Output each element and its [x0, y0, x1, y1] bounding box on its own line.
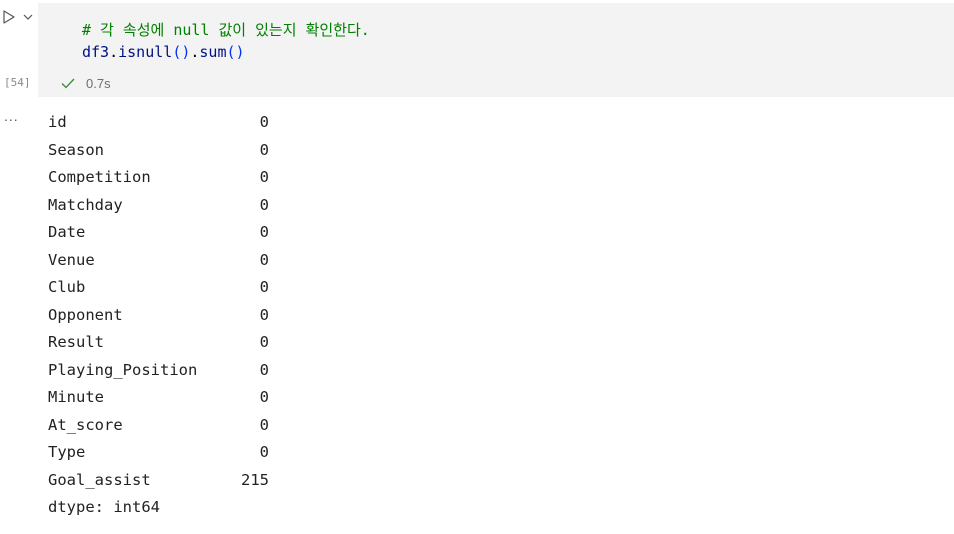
code-parens: (): [226, 43, 245, 61]
notebook-cell: # 각 속성에 null 값이 있는지 확인한다. df3.isnull().s…: [0, 0, 954, 534]
run-options-button[interactable]: [21, 9, 35, 23]
output-row: Playing_Position 0: [48, 357, 269, 385]
row-value: 0: [259, 415, 269, 434]
output-row: Result 0: [48, 329, 269, 357]
row-key: id: [48, 113, 67, 131]
execution-count: [54]: [4, 76, 31, 89]
cell-output: id 0 Season 0 Competition 0 Matchday 0 Date 0…: [48, 109, 269, 522]
output-row: Competition 0: [48, 164, 269, 192]
code-editor[interactable]: # 각 속성에 null 값이 있는지 확인한다. df3.isnull().s…: [38, 3, 954, 97]
row-value: 0: [259, 223, 269, 241]
row-key: Type: [48, 443, 86, 461]
code-variable: df3: [82, 43, 110, 61]
output-row: id 0: [48, 109, 269, 137]
check-icon: [61, 78, 75, 89]
row-value: 0: [259, 333, 269, 351]
row-value: 0: [259, 360, 269, 379]
row-value: 0: [259, 195, 269, 214]
code-parens: (): [172, 43, 191, 61]
row-value: 0: [259, 140, 269, 159]
output-row: Season 0: [48, 137, 269, 165]
output-row: At_score 0: [48, 412, 269, 440]
chevron-down-icon: [23, 14, 33, 20]
row-key: Playing_Position: [48, 360, 198, 379]
output-row: Matchday 0: [48, 192, 269, 220]
row-value: 0: [259, 305, 269, 324]
execution-duration: 0.7s: [86, 75, 111, 91]
code-method: isnull: [118, 43, 173, 61]
output-row: Minute 0: [48, 384, 269, 412]
code-dot: .: [109, 43, 119, 61]
row-value: 0: [259, 443, 269, 461]
row-key: At_score: [48, 415, 123, 434]
row-key: Goal_assist: [48, 470, 151, 489]
row-value: 0: [259, 113, 269, 131]
row-key: Opponent: [48, 305, 123, 324]
row-key: Minute: [48, 388, 104, 406]
row-value: 0: [259, 278, 269, 296]
row-value: 0: [259, 250, 269, 269]
row-key: Season: [48, 140, 104, 159]
output-row: Goal_assist 215: [48, 467, 269, 495]
row-key: Result: [48, 333, 104, 351]
output-row: Venue 0: [48, 247, 269, 275]
row-key: Competition: [48, 168, 151, 186]
output-more-menu[interactable]: ...: [4, 108, 19, 124]
output-row: Date 0: [48, 219, 269, 247]
row-value: 215: [241, 470, 269, 489]
row-value: 0: [259, 388, 269, 406]
row-key: Venue: [48, 250, 95, 269]
row-key: Date: [48, 223, 86, 241]
code-statement: df3.isnull().sum(): [82, 43, 245, 61]
code-comment: # 각 속성에 null 값이 있는지 확인한다.: [82, 21, 370, 39]
row-key: Club: [48, 278, 86, 296]
output-row: Type 0: [48, 439, 269, 467]
row-value: 0: [259, 168, 269, 186]
execution-status: 0.7s: [60, 75, 111, 91]
output-row: Opponent 0: [48, 302, 269, 330]
output-row: Club 0: [48, 274, 269, 302]
run-cell-button[interactable]: [1, 9, 17, 25]
output-dtype: dtype: int64: [48, 498, 160, 516]
row-key: Matchday: [48, 195, 123, 214]
code-method: sum: [199, 43, 227, 61]
play-icon: [3, 10, 15, 24]
